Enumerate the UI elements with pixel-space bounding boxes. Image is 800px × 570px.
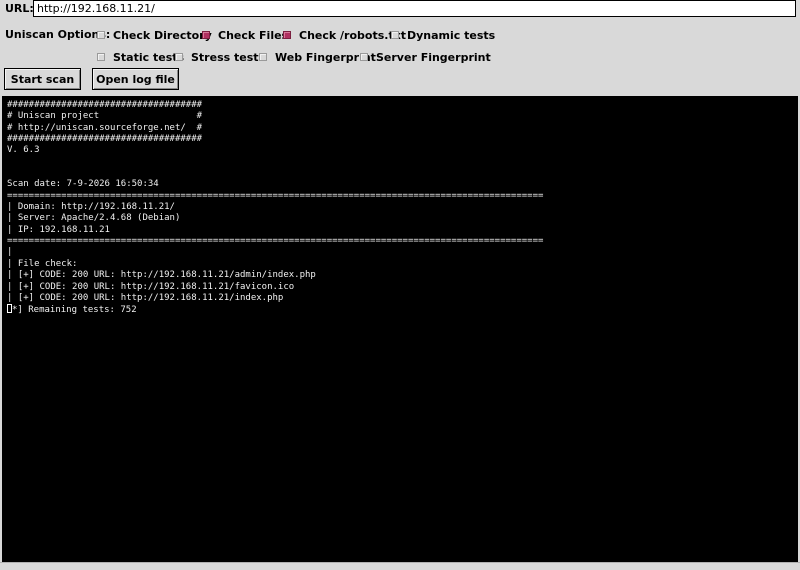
output-line: | [+] CODE: 200 URL: http://192.168.11.2…: [7, 292, 284, 303]
option-check-directory[interactable]: Check Directory: [97, 27, 212, 43]
uniscan-window: URL: Uniscan Options: Check Directory Ch…: [0, 0, 800, 570]
output-line: ========================================…: [7, 190, 544, 201]
output-line: | Domain: http://192.168.11.21/: [7, 202, 175, 213]
static-tests-checkbox[interactable]: [97, 53, 105, 61]
output-line: | [+] CODE: 200 URL: http://192.168.11.2…: [7, 270, 316, 281]
stress-tests-checkbox[interactable]: [175, 53, 183, 61]
option-server-fingerprint[interactable]: Server Fingerprint: [360, 49, 491, 65]
status-strip: [0, 562, 800, 570]
open-log-file-button[interactable]: Open log file: [92, 68, 179, 90]
web-fingerprint-checkbox[interactable]: [259, 53, 267, 61]
server-fingerprint-label: Server Fingerprint: [376, 50, 491, 64]
static-tests-label: Static tests: [113, 50, 185, 64]
start-scan-button[interactable]: Start scan: [4, 68, 81, 90]
output-line: ========================================…: [7, 236, 544, 247]
output-line: # http://uniscan.sourceforge.net/ #: [7, 122, 203, 133]
stress-tests-label: Stress tests: [191, 50, 266, 64]
check-robots-label: Check /robots.txt: [299, 28, 407, 42]
scan-output-console[interactable]: #################################### # U…: [2, 96, 798, 562]
option-static-tests[interactable]: Static tests: [97, 49, 184, 65]
scan-output-lines: #################################### # U…: [7, 100, 543, 303]
check-directory-checkbox[interactable]: [97, 31, 105, 39]
output-line: V. 6.3: [7, 145, 40, 156]
output-line: | [+] CODE: 200 URL: http://192.168.11.2…: [7, 281, 295, 292]
output-line: ####################################: [7, 100, 203, 110]
output-line: |: [7, 247, 13, 258]
output-line: | IP: 192.168.11.21: [7, 224, 110, 235]
check-directory-label: Check Directory: [113, 28, 212, 42]
output-line: Scan date: 7-9-2026 16:50:34: [7, 179, 159, 190]
option-stress-tests[interactable]: Stress tests: [175, 49, 265, 65]
check-files-label: Check Files: [218, 28, 289, 42]
check-files-checkbox[interactable]: [202, 31, 210, 39]
url-input[interactable]: [33, 0, 796, 17]
option-web-fingerprint[interactable]: Web Fingerprint: [259, 49, 376, 65]
output-line: ####################################: [7, 134, 203, 145]
dynamic-tests-label: Dynamic tests: [407, 28, 496, 42]
option-check-robots[interactable]: Check /robots.txt: [283, 27, 406, 43]
output-line: | Server: Apache/2.4.68 (Debian): [7, 213, 181, 224]
check-robots-checkbox[interactable]: [283, 31, 291, 39]
remaining-tests-line: *] Remaining tests: 752: [12, 305, 137, 316]
output-line: | File check:: [7, 258, 78, 269]
output-line: # Uniscan project #: [7, 111, 203, 122]
dynamic-tests-checkbox[interactable]: [391, 31, 399, 39]
url-label: URL:: [5, 2, 34, 15]
option-check-files[interactable]: Check Files: [202, 27, 288, 43]
option-dynamic-tests[interactable]: Dynamic tests: [391, 27, 495, 43]
options-label: Uniscan Options:: [5, 28, 111, 41]
server-fingerprint-checkbox[interactable]: [360, 53, 368, 61]
scan-output-text: #################################### # U…: [3, 97, 797, 317]
